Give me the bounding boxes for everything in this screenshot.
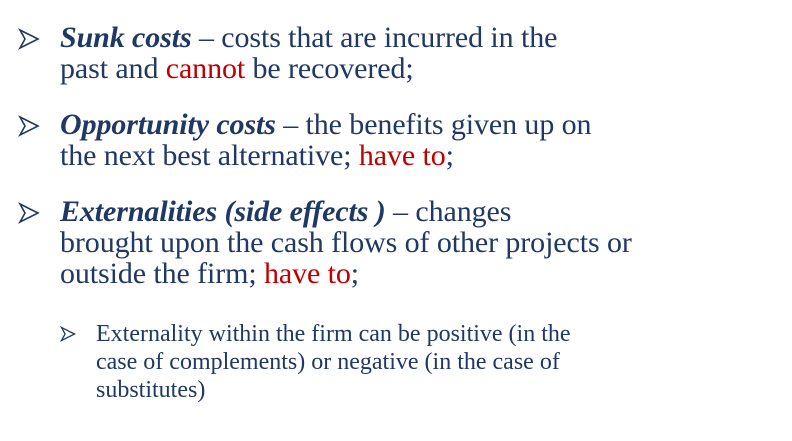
- sub-bullet-line: substitutes): [96, 377, 206, 403]
- bullet-line: Externalities (side effects ) – changes: [60, 196, 778, 227]
- bullet-text: Sunk costs – costs that are incurred in …: [60, 22, 778, 84]
- slide: Sunk costs – costs that are incurred in …: [0, 0, 792, 441]
- arrow-bullet-icon: [18, 28, 40, 50]
- bullet-line: brought upon the cash flows of other pro…: [60, 227, 778, 258]
- arrow-bullet-icon: [18, 202, 40, 224]
- separator: –: [191, 21, 222, 54]
- bullet-line: the next best alternative; have to;: [60, 140, 778, 171]
- bullet-text: Opportunity costs – the benefits given u…: [60, 109, 778, 171]
- bullet-text: Externalities (side effects ) – changes …: [60, 196, 778, 289]
- term-label: Opportunity costs: [60, 108, 276, 141]
- highlight-text: have to: [358, 139, 446, 172]
- definition-text: be recovered;: [245, 52, 414, 85]
- term-label: Externalities (side effects ): [60, 195, 386, 228]
- sub-bullet-text: Externality within the firm can be posit…: [96, 320, 780, 404]
- separator: –: [385, 195, 416, 228]
- definition-text: costs that are incurred in the: [221, 21, 558, 54]
- arrow-bullet-icon: [60, 326, 76, 342]
- definition-text: past and: [60, 52, 166, 85]
- bullet-line: past and cannot be recovered;: [60, 53, 778, 84]
- bullet-line: Opportunity costs – the benefits given u…: [60, 109, 778, 140]
- definition-text: ;: [445, 139, 454, 172]
- highlight-text: cannot: [165, 52, 246, 85]
- definition-text: the benefits given up on: [305, 108, 592, 141]
- separator: –: [275, 108, 306, 141]
- highlight-text: have to: [264, 257, 351, 290]
- definition-text: changes: [415, 195, 512, 228]
- bullet-line: Sunk costs – costs that are incurred in …: [60, 22, 778, 53]
- sub-bullet-line: Externality within the firm can be posit…: [96, 321, 571, 347]
- arrow-bullet-icon: [18, 115, 40, 137]
- sub-bullet-line: case of complements) or negative (in the…: [96, 349, 560, 375]
- definition-text: ;: [350, 257, 360, 290]
- definition-text: brought upon the cash flows of other pro…: [60, 226, 632, 259]
- definition-text: the next best alternative;: [60, 139, 359, 172]
- definition-text: outside the firm;: [60, 257, 264, 290]
- term-label: Sunk costs: [60, 21, 192, 54]
- bullet-line: outside the firm; have to;: [60, 258, 778, 289]
